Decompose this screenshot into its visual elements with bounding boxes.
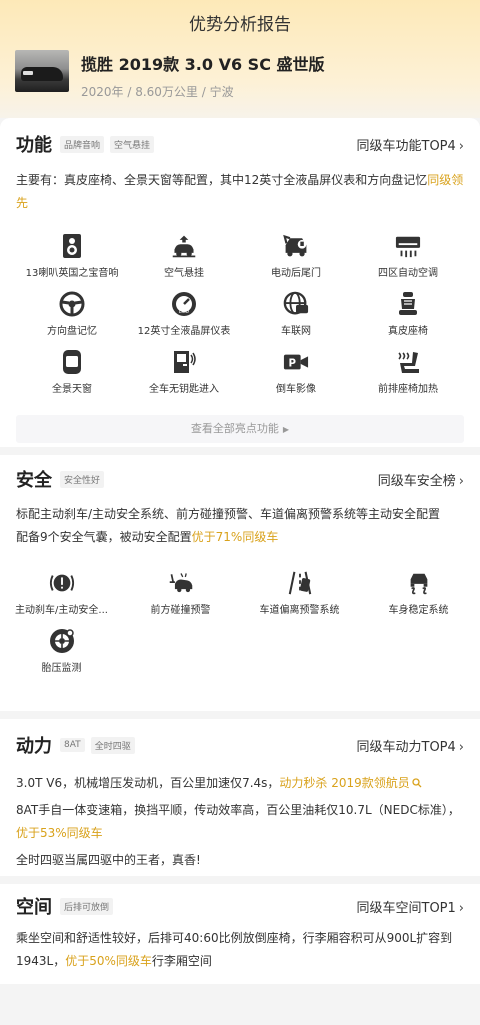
space-description: 乘坐空间和舒适性较好，后排可40:60比例放倒座椅，行李厢容积可从900L扩容到… — [16, 931, 453, 968]
stability-control-icon — [406, 570, 432, 596]
feature-item[interactable]: 真皮座椅 — [352, 287, 464, 345]
report-header: 优势分析报告 揽胜 2019款 3.0 V6 SC 盛世版 2020年 / 8.… — [0, 0, 480, 118]
feature-item[interactable]: 电动后尾门 — [240, 229, 352, 287]
function-top-link[interactable]: 同级车功能TOP4 › — [357, 135, 465, 154]
triangle-right-icon: ▶ — [282, 425, 290, 434]
feature-label: 倒车影像 — [276, 384, 316, 395]
space-top-link[interactable]: 同级车空间TOP1 › — [357, 897, 465, 916]
feature-label: 13喇叭英国之宝音响 — [25, 268, 119, 279]
function-title: 功能 — [16, 135, 52, 156]
leather-seat-icon — [395, 291, 421, 317]
function-description: 主要有：真皮座椅、全景天窗等配置，其中12英寸全液晶屏仪表和方向盘记忆同级领先 — [16, 173, 464, 210]
search-icon — [412, 778, 422, 788]
feature-item[interactable]: LCD 12英寸全液晶屏仪表 — [128, 287, 240, 345]
power-top-link[interactable]: 同级车动力TOP4 › — [357, 736, 465, 755]
feature-item[interactable]: 车道偏离预警系统 — [240, 566, 359, 624]
feature-label: 电动后尾门 — [271, 268, 321, 279]
feature-label: 空气悬挂 — [164, 268, 204, 279]
power-awd-description: 全时四驱当属四驱中的王者，真香! — [16, 853, 201, 867]
feature-label: 真皮座椅 — [388, 326, 428, 337]
air-suspension-icon — [171, 233, 197, 259]
lcd-dashboard-icon: LCD — [171, 291, 197, 317]
feature-item[interactable]: 前排座椅加热 — [352, 345, 464, 403]
feature-item[interactable]: 全车无钥匙进入 — [128, 345, 240, 403]
power-section: 动力 8AT 全时四驱 同级车动力TOP4 › 3.0T V6，机械增压发动机，百… — [0, 719, 480, 876]
speaker-icon — [59, 233, 85, 259]
function-tag: 品牌音响 — [60, 135, 105, 153]
feature-label: 主动刹车/主动安全... — [15, 605, 108, 616]
feature-label: 全车无钥匙进入 — [149, 384, 219, 395]
steering-wheel-icon — [59, 291, 85, 317]
svg-text:P: P — [289, 359, 297, 370]
car-meta: 2020年 / 8.60万公里 / 宁波 — [81, 85, 234, 99]
feature-label: 前方碰撞预警 — [150, 605, 211, 616]
svg-text:LCD: LCD — [179, 309, 189, 315]
air-conditioner-icon — [395, 233, 421, 259]
feature-item[interactable]: P 倒车影像 — [240, 345, 352, 403]
feature-label: 方向盘记忆 — [47, 326, 97, 337]
feature-item[interactable]: 全景天窗 — [16, 345, 128, 403]
power-tag: 8AT — [60, 738, 85, 752]
page-title: 优势分析报告 — [189, 15, 291, 35]
car-name: 揽胜 2019款 3.0 V6 SC 盛世版 — [81, 55, 325, 74]
car-thumbnail — [15, 50, 69, 92]
feature-item[interactable]: 四区自动空调 — [352, 229, 464, 287]
space-title: 空间 — [16, 897, 52, 918]
safety-rank-link[interactable]: 同级车安全榜 › — [378, 470, 464, 489]
tire-pressure-icon — [49, 628, 75, 654]
safety-tag: 安全性好 — [60, 470, 105, 488]
space-section: 空间 后排可放倒 同级车空间TOP1 › 乘坐空间和舒适性较好，后排可40:60比… — [0, 884, 480, 984]
feature-item[interactable]: 空气悬挂 — [128, 229, 240, 287]
feature-label: 车道偏离预警系统 — [259, 605, 340, 616]
function-section: 功能 品牌音响 空气悬挂 同级车功能TOP4 › 主要有：真皮座椅、全景天窗等配置… — [0, 118, 480, 447]
feature-label: 四区自动空调 — [378, 268, 438, 279]
safety-title: 安全 — [16, 470, 52, 491]
function-tag: 空气悬挂 — [110, 135, 155, 153]
keyless-entry-icon — [171, 349, 197, 375]
power-tailgate-icon — [283, 233, 309, 259]
power-title: 动力 — [16, 736, 52, 757]
feature-item[interactable]: 车联网 — [240, 287, 352, 345]
power-engine-description: 3.0T V6，机械增压发动机，百公里加速仅7.4s，动力秒杀 2019款领航员 — [16, 772, 464, 795]
feature-item[interactable]: 13喇叭英国之宝音响 — [16, 229, 128, 287]
power-tag: 全时四驱 — [90, 736, 135, 754]
panoramic-sunroof-icon — [59, 349, 85, 375]
feature-label: 车身稳定系统 — [388, 605, 449, 616]
feature-item[interactable]: 主动刹车/主动安全... — [2, 566, 121, 624]
seat-heating-icon — [395, 349, 421, 375]
safety-airbag-description: 配备9个安全气囊，被动安全配置优于71%同级车 — [16, 530, 279, 544]
reverse-camera-icon: P — [283, 349, 309, 375]
space-tag: 后排可放倒 — [60, 897, 114, 915]
feature-label: 胎压监测 — [41, 663, 82, 674]
safety-section: 安全 安全性好 同级车安全榜 › 标配主动刹车/主动安全系统、前方碰撞预警、车道偏… — [0, 455, 480, 711]
feature-label: 12英寸全液晶屏仪表 — [137, 326, 231, 337]
safety-description: 标配主动刹车/主动安全系统、前方碰撞预警、车道偏离预警系统等主动安全配置 — [16, 507, 441, 521]
feature-item[interactable]: 胎压监测 — [2, 624, 121, 682]
safety-feature-grid: 主动刹车/主动安全... 前方碰撞预警 车道偏离预警系统 车身稳定系统 胎压监测 — [2, 566, 478, 682]
power-transmission-description: 8AT手自一体变速箱，换挡平顺，传动效率高，百公里油耗仅10.7L（NEDC标准… — [16, 803, 460, 840]
feature-label: 全景天窗 — [52, 384, 92, 395]
feature-item[interactable]: 方向盘记忆 — [16, 287, 128, 345]
connected-car-icon — [283, 291, 309, 317]
feature-item[interactable]: 前方碰撞预警 — [121, 566, 240, 624]
power-compare-link[interactable]: 动力秒杀 2019款领航员 — [279, 776, 422, 790]
feature-label: 前排座椅加热 — [378, 384, 438, 395]
collision-warning-icon — [168, 570, 194, 596]
feature-item[interactable]: 车身稳定系统 — [359, 566, 478, 624]
car-summary[interactable]: 揽胜 2019款 3.0 V6 SC 盛世版 2020年 / 8.60万公里 /… — [15, 50, 325, 100]
function-feature-grid: 13喇叭英国之宝音响 空气悬挂 电动后尾门 四区自动空调 方向盘记忆 LCD 1… — [16, 229, 464, 403]
view-all-features-button[interactable]: 查看全部亮点功能 ▶ — [16, 415, 464, 443]
lane-departure-icon — [287, 570, 313, 596]
active-brake-icon — [49, 570, 75, 596]
feature-label: 车联网 — [281, 326, 311, 337]
